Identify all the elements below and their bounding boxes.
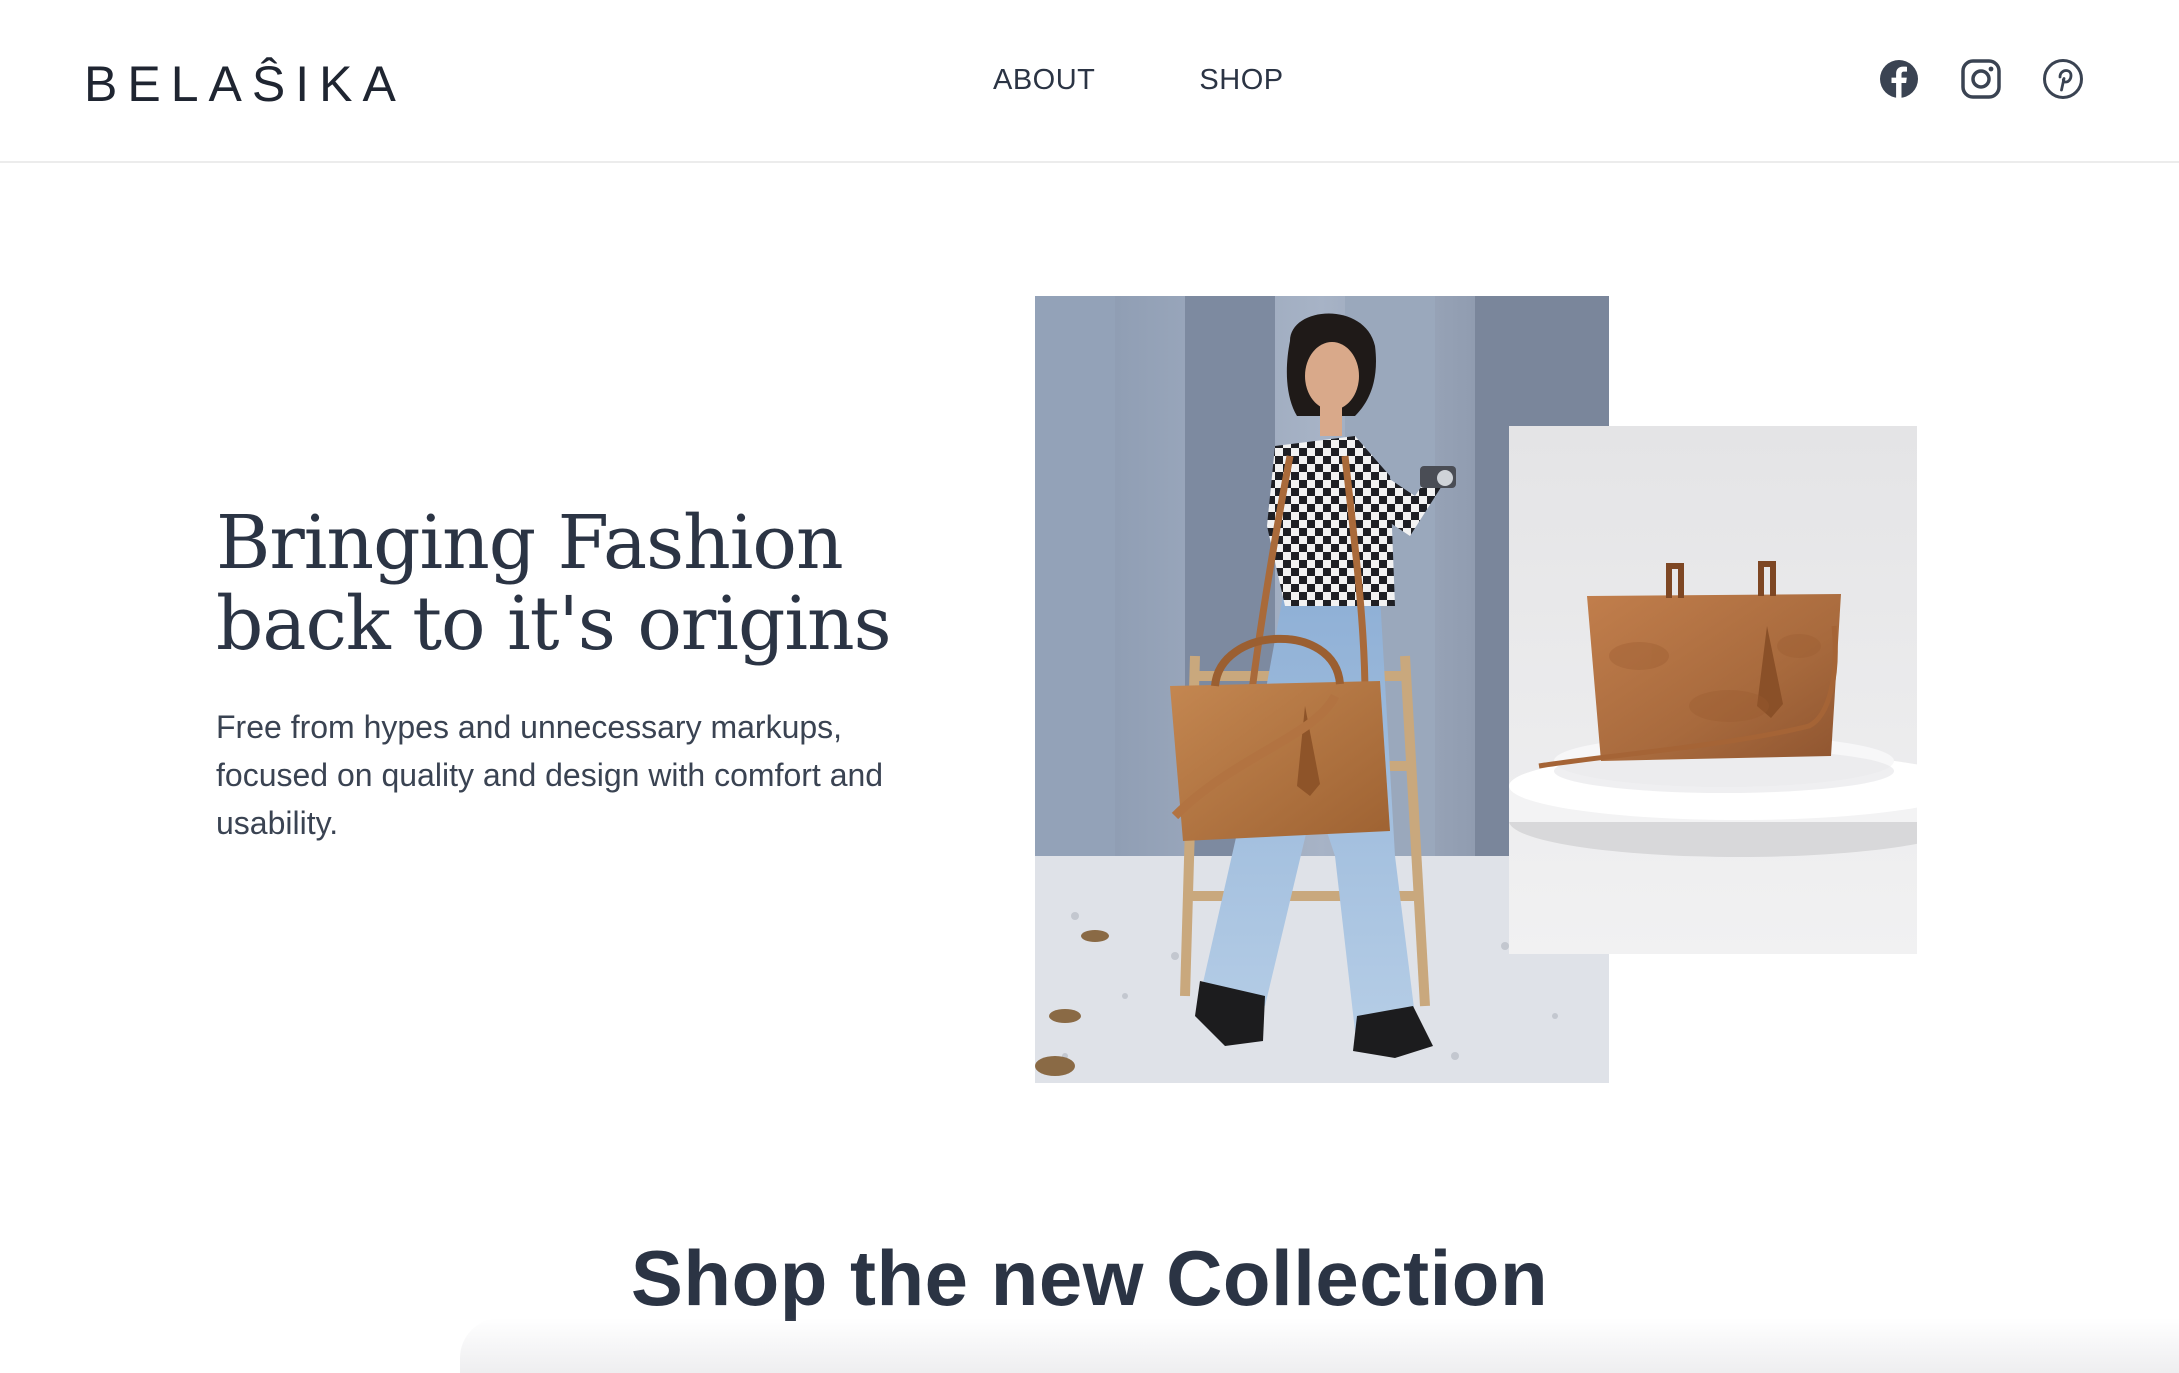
- hero-subtitle: Free from hypes and unnecessary markups,…: [216, 709, 884, 841]
- pinterest-icon[interactable]: [2042, 58, 2084, 100]
- instagram-icon[interactable]: [1960, 58, 2002, 100]
- hero-title-line-2: back to it's origins: [216, 581, 892, 667]
- nav-shop-link[interactable]: SHOP: [1199, 64, 1283, 97]
- facebook-icon[interactable]: [1878, 58, 1920, 100]
- hero-title: Bringing Fashion back to it's origins: [216, 503, 976, 665]
- leather-tote-product-photo: [1509, 426, 1917, 954]
- main-nav: ABOUT SHOP: [993, 64, 1284, 97]
- nav-about-link[interactable]: ABOUT: [993, 64, 1095, 97]
- site-header: BELAŜIKA ABOUT SHOP: [0, 0, 2179, 163]
- brand-logo[interactable]: BELAŜIKA: [84, 55, 406, 113]
- hero-title-line-1: Bringing Fashion: [216, 500, 844, 586]
- section-title-new-collection: Shop the new Collection: [630, 1234, 1549, 1322]
- bottom-fade: [460, 1318, 2179, 1373]
- social-links: [1878, 58, 2084, 100]
